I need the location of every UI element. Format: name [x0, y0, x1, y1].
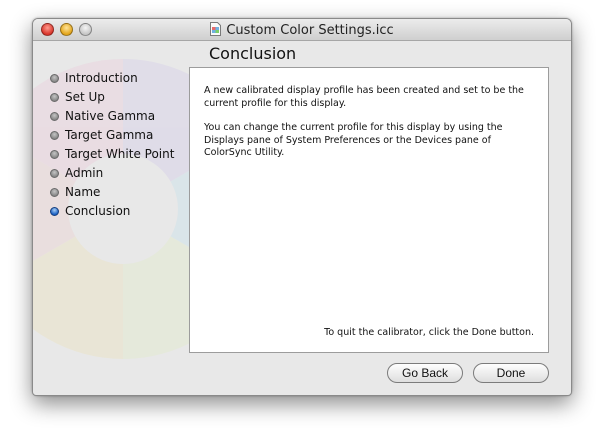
title-bar[interactable]: Custom Color Settings.icc: [33, 19, 571, 41]
step-set-up: Set Up: [50, 88, 174, 107]
step-target-white-point: Target White Point: [50, 145, 174, 164]
step-bullet-icon: [50, 150, 59, 159]
step-label: Introduction: [65, 71, 138, 85]
window-title-wrap: Custom Color Settings.icc: [33, 22, 571, 38]
step-label: Admin: [65, 166, 104, 180]
steps-sidebar: Introduction Set Up Native Gamma Target …: [50, 69, 174, 221]
step-label: Target Gamma: [65, 128, 154, 142]
step-bullet-active-icon: [50, 207, 59, 216]
quit-instructions: To quit the calibrator, click the Done b…: [324, 326, 534, 338]
step-label: Conclusion: [65, 204, 131, 218]
done-button[interactable]: Done: [473, 363, 549, 383]
step-label: Name: [65, 185, 101, 199]
change-profile-instructions: You can change the current profile for t…: [204, 122, 503, 158]
icc-document-icon: [210, 22, 222, 36]
step-label: Native Gamma: [65, 109, 156, 123]
step-introduction: Introduction: [50, 69, 174, 88]
step-label: Set Up: [65, 90, 105, 104]
go-back-button[interactable]: Go Back: [387, 363, 463, 383]
step-bullet-icon: [50, 131, 59, 140]
conclusion-message: A new calibrated display profile has bee…: [204, 85, 524, 109]
step-bullet-icon: [50, 169, 59, 178]
step-bullet-icon: [50, 93, 59, 102]
content-panel: A new calibrated display profile has bee…: [189, 67, 549, 353]
step-native-gamma: Native Gamma: [50, 107, 174, 126]
step-admin: Admin: [50, 164, 174, 183]
step-target-gamma: Target Gamma: [50, 126, 174, 145]
page-title: Conclusion: [209, 44, 297, 63]
step-conclusion: Conclusion: [50, 202, 174, 221]
calibrator-window: Custom Color Settings.icc Conclusion Int…: [32, 18, 572, 396]
step-label: Target White Point: [65, 147, 175, 161]
step-bullet-icon: [50, 74, 59, 83]
step-bullet-icon: [50, 112, 59, 121]
window-title: Custom Color Settings.icc: [226, 23, 394, 38]
step-bullet-icon: [50, 188, 59, 197]
step-name: Name: [50, 183, 174, 202]
